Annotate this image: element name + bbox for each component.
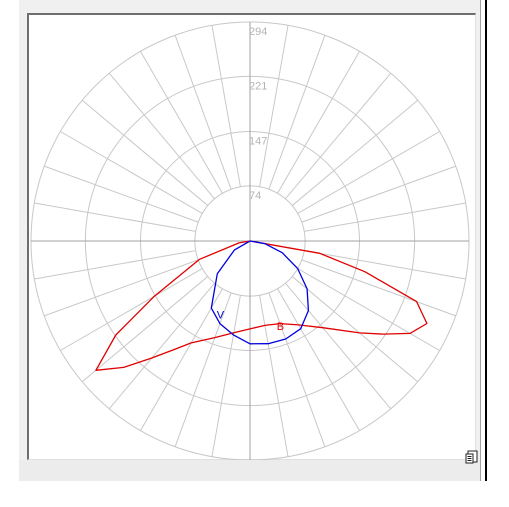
grid-spoke	[140, 51, 223, 194]
grid-spoke	[268, 292, 326, 447]
grid-spoke	[34, 202, 196, 232]
grid-spoke	[211, 25, 241, 187]
curve-V	[210, 240, 310, 345]
window-border	[485, 0, 487, 481]
series-label-V: V	[217, 310, 225, 322]
grid-spoke	[301, 259, 456, 317]
radial-tick-label: 221	[249, 80, 267, 92]
radial-tick-label: 294	[249, 26, 267, 38]
radial-tick-label: 74	[249, 190, 261, 202]
grid-spoke	[297, 268, 440, 351]
grid-spoke	[277, 51, 360, 194]
grid-spoke	[174, 35, 232, 190]
grid-spoke	[140, 288, 223, 431]
radial-tick-labels: 74 147 221 294	[249, 26, 267, 202]
grid-spoke	[301, 165, 456, 223]
grid-spoke	[44, 259, 199, 317]
grid-spoke	[259, 295, 289, 457]
grid-spoke	[277, 288, 360, 431]
status-strip	[19, 460, 480, 481]
grid-spoke	[44, 165, 199, 223]
grid-spoke	[60, 268, 203, 351]
polar-chart: 74 147 221 294 B V	[30, 21, 470, 460]
grid-spoke	[268, 35, 326, 190]
grid-spoke	[60, 131, 203, 214]
radial-tick-label: 147	[249, 136, 267, 148]
export-icon[interactable]	[465, 450, 479, 464]
grid-spoke	[34, 250, 196, 280]
grid-spoke	[304, 202, 466, 232]
grid-spoke	[259, 25, 289, 187]
polar-chart-frame: 74 147 221 294 B V	[27, 13, 476, 460]
grid-spoke	[297, 131, 440, 214]
series-label-B: B	[277, 321, 284, 333]
grid-spoke	[304, 250, 466, 280]
